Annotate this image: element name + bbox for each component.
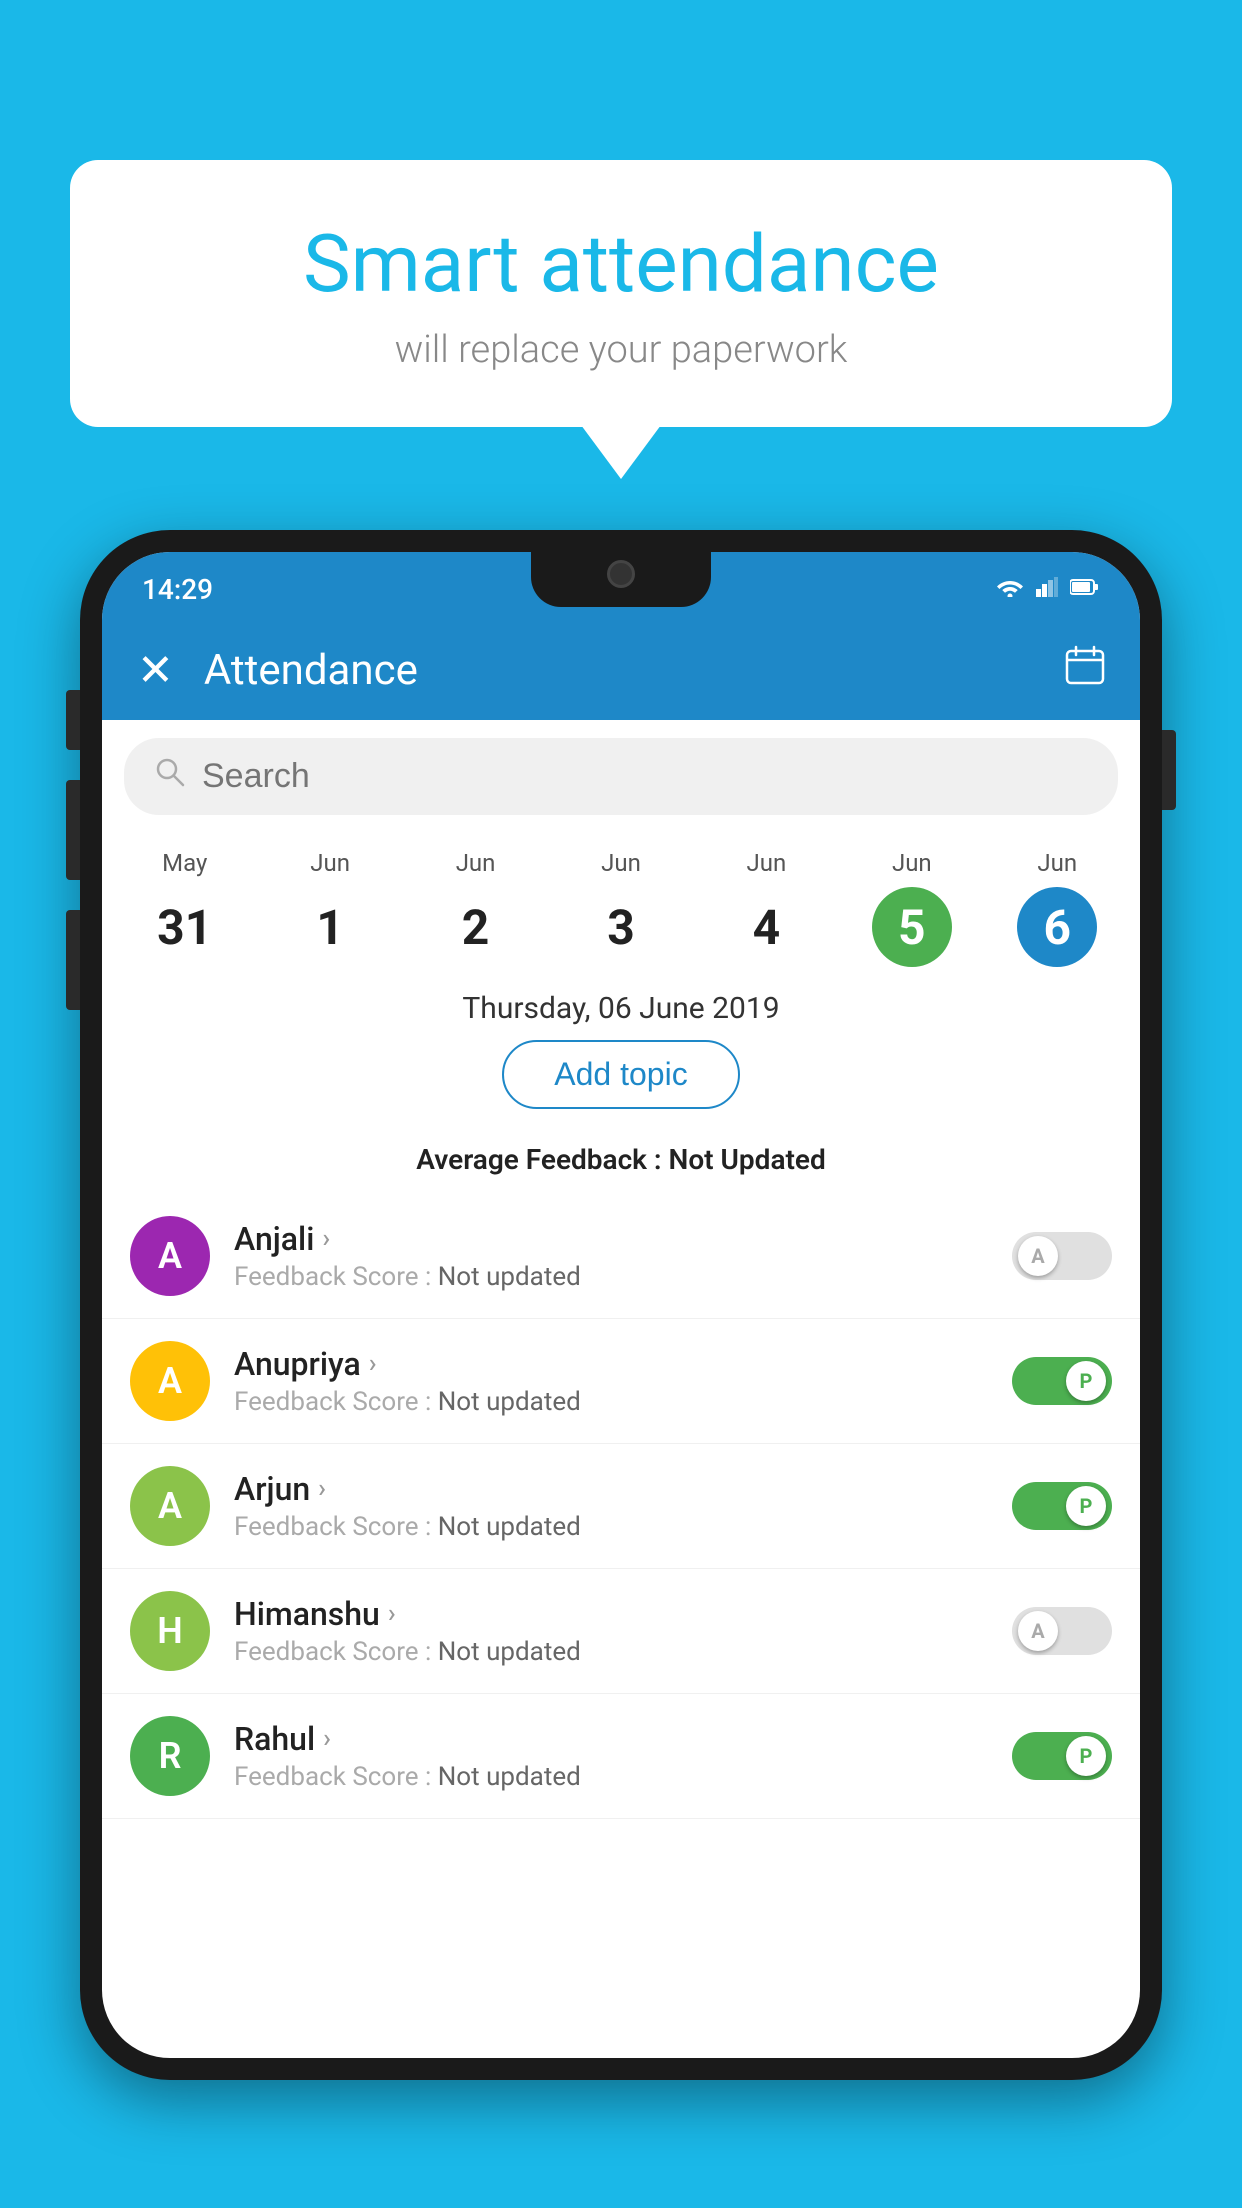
calendar-day[interactable]: Jun 4 bbox=[694, 849, 839, 967]
speech-bubble-title: Smart attendance bbox=[120, 220, 1122, 308]
student-avatar: A bbox=[130, 1216, 210, 1296]
cal-date-number[interactable]: 2 bbox=[436, 887, 516, 967]
toggle-knob: P bbox=[1066, 1486, 1106, 1526]
chevron-icon: › bbox=[318, 1474, 326, 1504]
wifi-icon bbox=[996, 577, 1024, 601]
power-button bbox=[1162, 730, 1176, 810]
student-item[interactable]: R Rahul › Feedback Score : Not updated P bbox=[102, 1694, 1140, 1819]
search-input[interactable] bbox=[202, 757, 1088, 796]
chevron-icon: › bbox=[323, 1724, 331, 1754]
student-name: Himanshu › bbox=[234, 1595, 1012, 1633]
search-bar[interactable] bbox=[124, 738, 1118, 815]
volume-up-button bbox=[66, 690, 80, 750]
toggle-knob: A bbox=[1018, 1236, 1058, 1276]
student-avatar: A bbox=[130, 1341, 210, 1421]
cal-date-number[interactable]: 4 bbox=[726, 887, 806, 967]
attendance-toggle[interactable]: P bbox=[1012, 1357, 1112, 1405]
silent-button bbox=[66, 910, 80, 1010]
feedback-value: Not Updated bbox=[669, 1143, 826, 1176]
student-item[interactable]: A Anupriya › Feedback Score : Not updated P bbox=[102, 1319, 1140, 1444]
calendar-day[interactable]: Jun 3 bbox=[548, 849, 693, 967]
speech-bubble-subtitle: will replace your paperwork bbox=[120, 328, 1122, 372]
search-icon bbox=[154, 756, 186, 797]
selected-date-text: Thursday, 06 June 2019 bbox=[112, 991, 1130, 1026]
calendar-icon[interactable] bbox=[1065, 645, 1105, 695]
student-name: Anupriya › bbox=[234, 1345, 1012, 1383]
student-name: Anjali › bbox=[234, 1220, 1012, 1258]
toggle-switch[interactable]: A bbox=[1012, 1607, 1112, 1655]
calendar-day[interactable]: Jun 5 bbox=[839, 849, 984, 967]
close-button[interactable]: ✕ bbox=[137, 644, 174, 696]
add-topic-button[interactable]: Add topic bbox=[502, 1040, 739, 1109]
toggle-switch[interactable]: P bbox=[1012, 1732, 1112, 1780]
chevron-icon: › bbox=[322, 1224, 330, 1254]
selected-date-info: Thursday, 06 June 2019 bbox=[102, 967, 1140, 1040]
cal-month-label: Jun bbox=[310, 849, 350, 877]
toggle-knob: P bbox=[1066, 1736, 1106, 1776]
cal-date-number[interactable]: 5 bbox=[872, 887, 952, 967]
students-list: AAnjali ›Feedback Score : Not updatedAAA… bbox=[102, 1194, 1140, 2058]
status-icons bbox=[996, 577, 1100, 601]
student-item[interactable]: A Arjun › Feedback Score : Not updated P bbox=[102, 1444, 1140, 1569]
app-bar: ✕ Attendance bbox=[102, 620, 1140, 720]
student-item[interactable]: H Himanshu › Feedback Score : Not updatedA bbox=[102, 1569, 1140, 1694]
student-feedback: Feedback Score : Not updated bbox=[234, 1262, 1012, 1292]
student-avatar: A bbox=[130, 1466, 210, 1546]
student-feedback: Feedback Score : Not updated bbox=[234, 1762, 1012, 1792]
app-title: Attendance bbox=[204, 646, 1065, 695]
cal-month-label: Jun bbox=[1037, 849, 1077, 877]
average-feedback: Average Feedback : Not Updated bbox=[102, 1143, 1140, 1176]
calendar-day[interactable]: Jun 1 bbox=[257, 849, 402, 967]
cal-date-number[interactable]: 6 bbox=[1017, 887, 1097, 967]
cal-date-number[interactable]: 31 bbox=[145, 887, 225, 967]
chevron-icon: › bbox=[388, 1599, 396, 1629]
attendance-toggle[interactable]: P bbox=[1012, 1732, 1112, 1780]
speech-bubble: Smart attendance will replace your paper… bbox=[70, 160, 1172, 427]
calendar-week: May 31 Jun 1 Jun 2 Jun 3 Jun 4 Jun 5 Jun 6 bbox=[102, 833, 1140, 967]
cal-month-label: Jun bbox=[456, 849, 496, 877]
phone-frame: 14:29 bbox=[80, 530, 1162, 2208]
calendar-day[interactable]: Jun 2 bbox=[403, 849, 548, 967]
phone-camera bbox=[607, 560, 635, 588]
feedback-label: Average Feedback : bbox=[416, 1143, 668, 1176]
toggle-switch[interactable]: P bbox=[1012, 1482, 1112, 1530]
toggle-switch[interactable]: A bbox=[1012, 1232, 1112, 1280]
student-feedback: Feedback Score : Not updated bbox=[234, 1512, 1012, 1542]
cal-date-number[interactable]: 3 bbox=[581, 887, 661, 967]
student-avatar: R bbox=[130, 1716, 210, 1796]
toggle-switch[interactable]: P bbox=[1012, 1357, 1112, 1405]
student-feedback: Feedback Score : Not updated bbox=[234, 1387, 1012, 1417]
cal-month-label: Jun bbox=[601, 849, 641, 877]
cal-date-number[interactable]: 1 bbox=[290, 887, 370, 967]
attendance-toggle[interactable]: P bbox=[1012, 1482, 1112, 1530]
student-name: Rahul › bbox=[234, 1720, 1012, 1758]
student-item[interactable]: AAnjali ›Feedback Score : Not updatedA bbox=[102, 1194, 1140, 1319]
calendar-day[interactable]: May 31 bbox=[112, 849, 257, 967]
cal-month-label: May bbox=[162, 849, 207, 877]
battery-icon bbox=[1070, 578, 1100, 600]
calendar-day[interactable]: Jun 6 bbox=[985, 849, 1130, 967]
signal-icon bbox=[1036, 577, 1058, 601]
chevron-icon: › bbox=[369, 1349, 377, 1379]
cal-month-label: Jun bbox=[892, 849, 932, 877]
student-feedback: Feedback Score : Not updated bbox=[234, 1637, 1012, 1667]
student-name: Arjun › bbox=[234, 1470, 1012, 1508]
student-avatar: H bbox=[130, 1591, 210, 1671]
attendance-toggle[interactable]: A bbox=[1012, 1232, 1112, 1280]
toggle-knob: A bbox=[1018, 1611, 1058, 1651]
toggle-knob: P bbox=[1066, 1361, 1106, 1401]
attendance-toggle[interactable]: A bbox=[1012, 1607, 1112, 1655]
volume-down-button bbox=[66, 780, 80, 880]
status-time: 14:29 bbox=[142, 573, 213, 606]
cal-month-label: Jun bbox=[747, 849, 787, 877]
phone-screen: 14:29 bbox=[102, 552, 1140, 2058]
